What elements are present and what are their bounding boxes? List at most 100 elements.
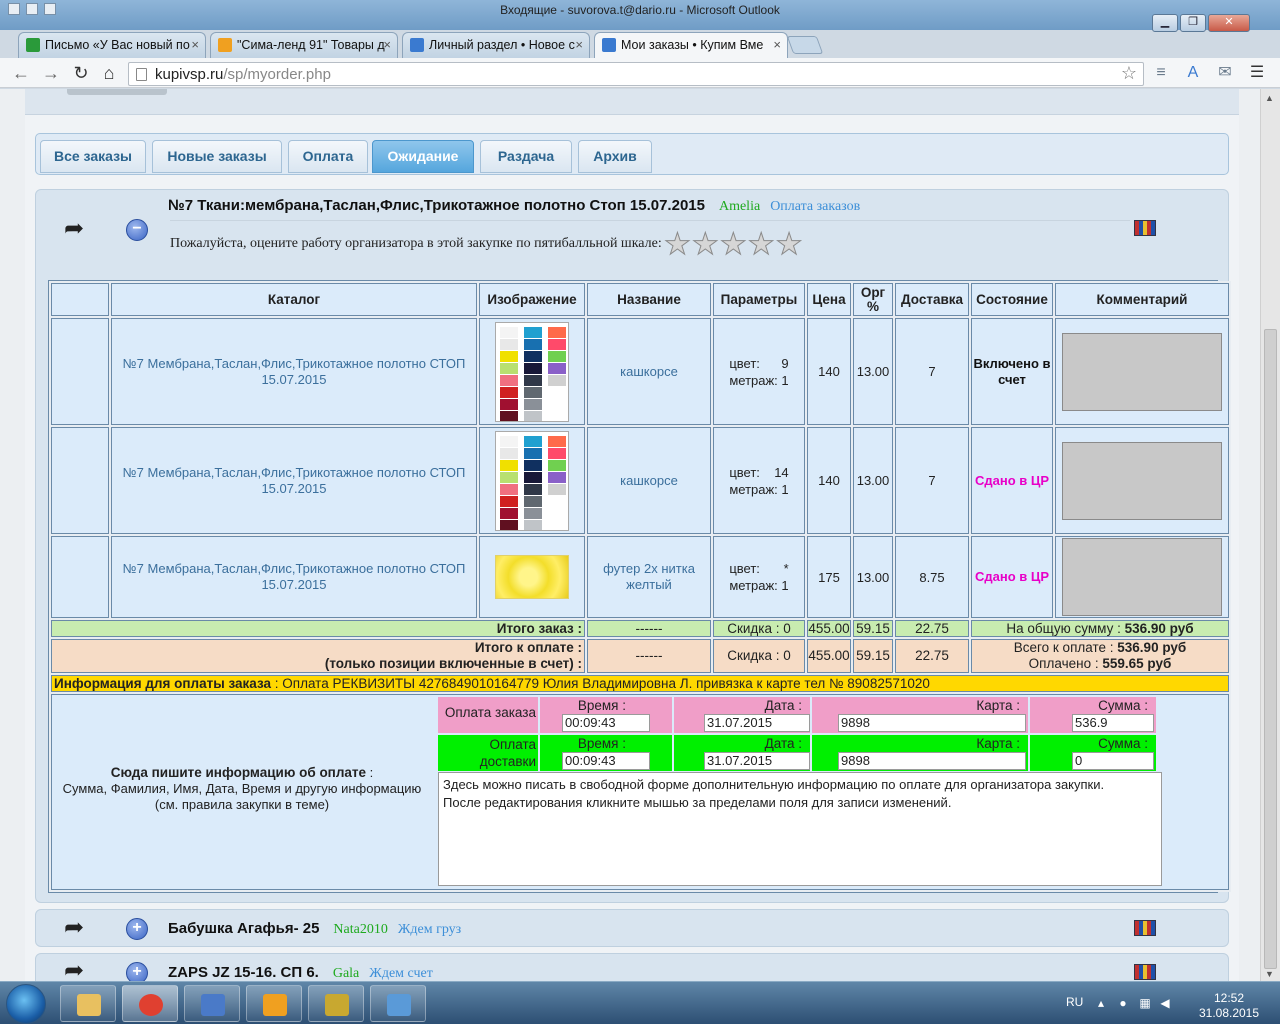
comment-textarea[interactable]: [1062, 441, 1222, 520]
payment-order-time-input[interactable]: 00:09:43: [562, 714, 650, 732]
archive-icon[interactable]: [1134, 220, 1156, 236]
fabric-swatch-image[interactable]: [495, 321, 569, 422]
header-price: Цена: [807, 283, 851, 316]
expand-icon[interactable]: +: [126, 962, 148, 981]
tab-close-icon[interactable]: ×: [191, 33, 199, 57]
payment-order-sum-input[interactable]: 536.9: [1072, 714, 1154, 732]
star-icon[interactable]: ★: [747, 228, 775, 261]
payment-order-card-input[interactable]: 9898: [838, 714, 1026, 732]
star-icon[interactable]: ★: [691, 228, 719, 261]
new-tab-button[interactable]: [786, 36, 824, 54]
fabric-photo-image[interactable]: [495, 555, 569, 599]
archive-icon[interactable]: [1134, 964, 1156, 980]
fabric-swatch-image[interactable]: [495, 430, 569, 531]
start-button[interactable]: [6, 984, 46, 1024]
total-dash: ------: [587, 620, 711, 637]
feedback-icon[interactable]: ✉: [1214, 62, 1236, 84]
payment-notes-textarea[interactable]: Здесь можно писать в свободной форме доп…: [438, 772, 1162, 886]
order-title[interactable]: №7 Ткани:мембрана,Таслан,Флис,Трикотажно…: [168, 197, 860, 215]
star-icon[interactable]: ★: [719, 228, 747, 261]
scrollbar-thumb[interactable]: [1264, 329, 1277, 969]
item-name-link[interactable]: футер 2х нитка желтый: [587, 536, 711, 618]
organizer-link[interactable]: Amelia: [719, 199, 760, 214]
forward-icon[interactable]: →: [40, 62, 62, 84]
browser-tab-2[interactable]: "Сима-ленд 91" Товары д ×: [210, 32, 398, 58]
order-title[interactable]: Бабушка Агафья- 25 Nata2010 Ждем груз: [168, 920, 461, 938]
archive-icon[interactable]: [1134, 920, 1156, 936]
pay-dash: ------: [587, 639, 711, 673]
total-label: Итого заказ :: [51, 620, 585, 637]
network-icon[interactable]: ▦: [1138, 996, 1152, 1010]
star-icon[interactable]: ★: [664, 228, 692, 261]
payment-delivery-card-input[interactable]: 9898: [838, 752, 1026, 770]
taskbar-explorer[interactable]: [60, 985, 116, 1022]
taskbar-remote-desktop[interactable]: [184, 985, 240, 1022]
catalog-link[interactable]: №7 Мембрана,Таслан,Флис,Трикотажное поло…: [111, 536, 477, 618]
extension-icon[interactable]: ≡: [1150, 62, 1172, 84]
share-arrow-icon[interactable]: ➦: [64, 913, 84, 942]
bookmark-star-icon[interactable]: ☆: [1121, 63, 1137, 84]
header-image: Изображение: [479, 283, 585, 316]
tab-distribution[interactable]: Раздача: [480, 140, 572, 173]
browser-tab-3[interactable]: Личный раздел • Новое с ×: [402, 32, 590, 58]
translate-icon[interactable]: A: [1182, 62, 1204, 84]
taskbar-app[interactable]: [308, 985, 364, 1022]
taskbar-chrome[interactable]: [122, 985, 178, 1022]
taskbar-outlook[interactable]: [246, 985, 302, 1022]
payment-delivery-time-input[interactable]: 00:09:43: [562, 752, 650, 770]
pay-org: 59.15: [853, 639, 893, 673]
back-icon[interactable]: ←: [10, 62, 32, 84]
collapse-icon[interactable]: −: [126, 219, 148, 241]
tab-close-icon[interactable]: ×: [575, 33, 583, 57]
comment-cell: [1055, 536, 1229, 618]
tab-archive[interactable]: Архив: [578, 140, 652, 173]
pay-total-label: Итого к оплате : (только позиции включенн…: [51, 639, 585, 673]
share-arrow-icon[interactable]: ➦: [64, 956, 84, 981]
catalog-link[interactable]: №7 Мембрана,Таслан,Флис,Трикотажное поло…: [111, 427, 477, 534]
tab-waiting[interactable]: Ожидание: [372, 140, 474, 173]
tab-close-icon[interactable]: ×: [773, 33, 781, 57]
clock[interactable]: 12:52 31.08.2015: [1196, 991, 1262, 1021]
tab-all-orders[interactable]: Все заказы: [40, 140, 146, 173]
comment-textarea[interactable]: [1062, 332, 1222, 411]
page-scrollbar[interactable]: ▲ ▼: [1260, 89, 1280, 981]
page-viewport: Все заказы Новые заказы Оплата Ожидание …: [0, 89, 1260, 981]
share-arrow-icon[interactable]: ➦: [64, 214, 84, 243]
tab-payment[interactable]: Оплата: [288, 140, 368, 173]
item-name-link[interactable]: кашкорсе: [587, 427, 711, 534]
tab-new-orders[interactable]: Новые заказы: [152, 140, 282, 173]
home-icon[interactable]: ⌂: [98, 62, 120, 84]
expand-icon[interactable]: +: [126, 918, 148, 940]
payment-delivery-sum-input[interactable]: 0: [1072, 752, 1154, 770]
folder-icon: [77, 994, 101, 1016]
payment-delivery-date-input[interactable]: 31.07.2015: [704, 752, 810, 770]
reload-icon[interactable]: ↻: [70, 62, 92, 84]
star-icon[interactable]: ★: [775, 228, 803, 261]
delivery-cell: 7: [895, 318, 969, 425]
catalog-link[interactable]: №7 Мембрана,Таслан,Флис,Трикотажное поло…: [111, 318, 477, 425]
organizer-link[interactable]: Nata2010: [333, 922, 387, 937]
menu-icon[interactable]: ☰: [1246, 62, 1268, 84]
order-status-link[interactable]: Ждем груз: [398, 922, 461, 937]
payment-order-sum-cell: Сумма :536.9: [1030, 697, 1156, 733]
comment-textarea[interactable]: [1062, 538, 1222, 616]
address-bar[interactable]: kupivsp.ru/sp/myorder.php ☆: [128, 62, 1144, 86]
button-fragment[interactable]: [67, 89, 167, 95]
taskbar-photo-viewer[interactable]: [370, 985, 426, 1022]
order-status-link[interactable]: Ждем счет: [369, 966, 433, 981]
organizer-link[interactable]: Gala: [333, 966, 359, 981]
tray-app-icon[interactable]: ●: [1116, 996, 1130, 1010]
volume-icon[interactable]: ◀: [1158, 996, 1172, 1010]
tab-close-icon[interactable]: ×: [383, 33, 391, 57]
top-band: [25, 89, 1239, 115]
language-indicator[interactable]: RU: [1066, 995, 1083, 1009]
order-title[interactable]: ZAPS JZ 15-16. СП 6. Gala Ждем счет: [168, 964, 433, 981]
browser-tab-4[interactable]: Мои заказы • Купим Вме ×: [594, 32, 788, 58]
payment-order-date-input[interactable]: 31.07.2015: [704, 714, 810, 732]
browser-tab-1[interactable]: Письмо «У Вас новый по ×: [18, 32, 206, 58]
tray-expand-icon[interactable]: ▴: [1094, 996, 1108, 1010]
scroll-up-icon[interactable]: ▲: [1265, 93, 1274, 103]
scroll-down-icon[interactable]: ▼: [1265, 969, 1274, 979]
item-name-link[interactable]: кашкорсе: [587, 318, 711, 425]
order-status-link[interactable]: Оплата заказов: [770, 199, 860, 214]
